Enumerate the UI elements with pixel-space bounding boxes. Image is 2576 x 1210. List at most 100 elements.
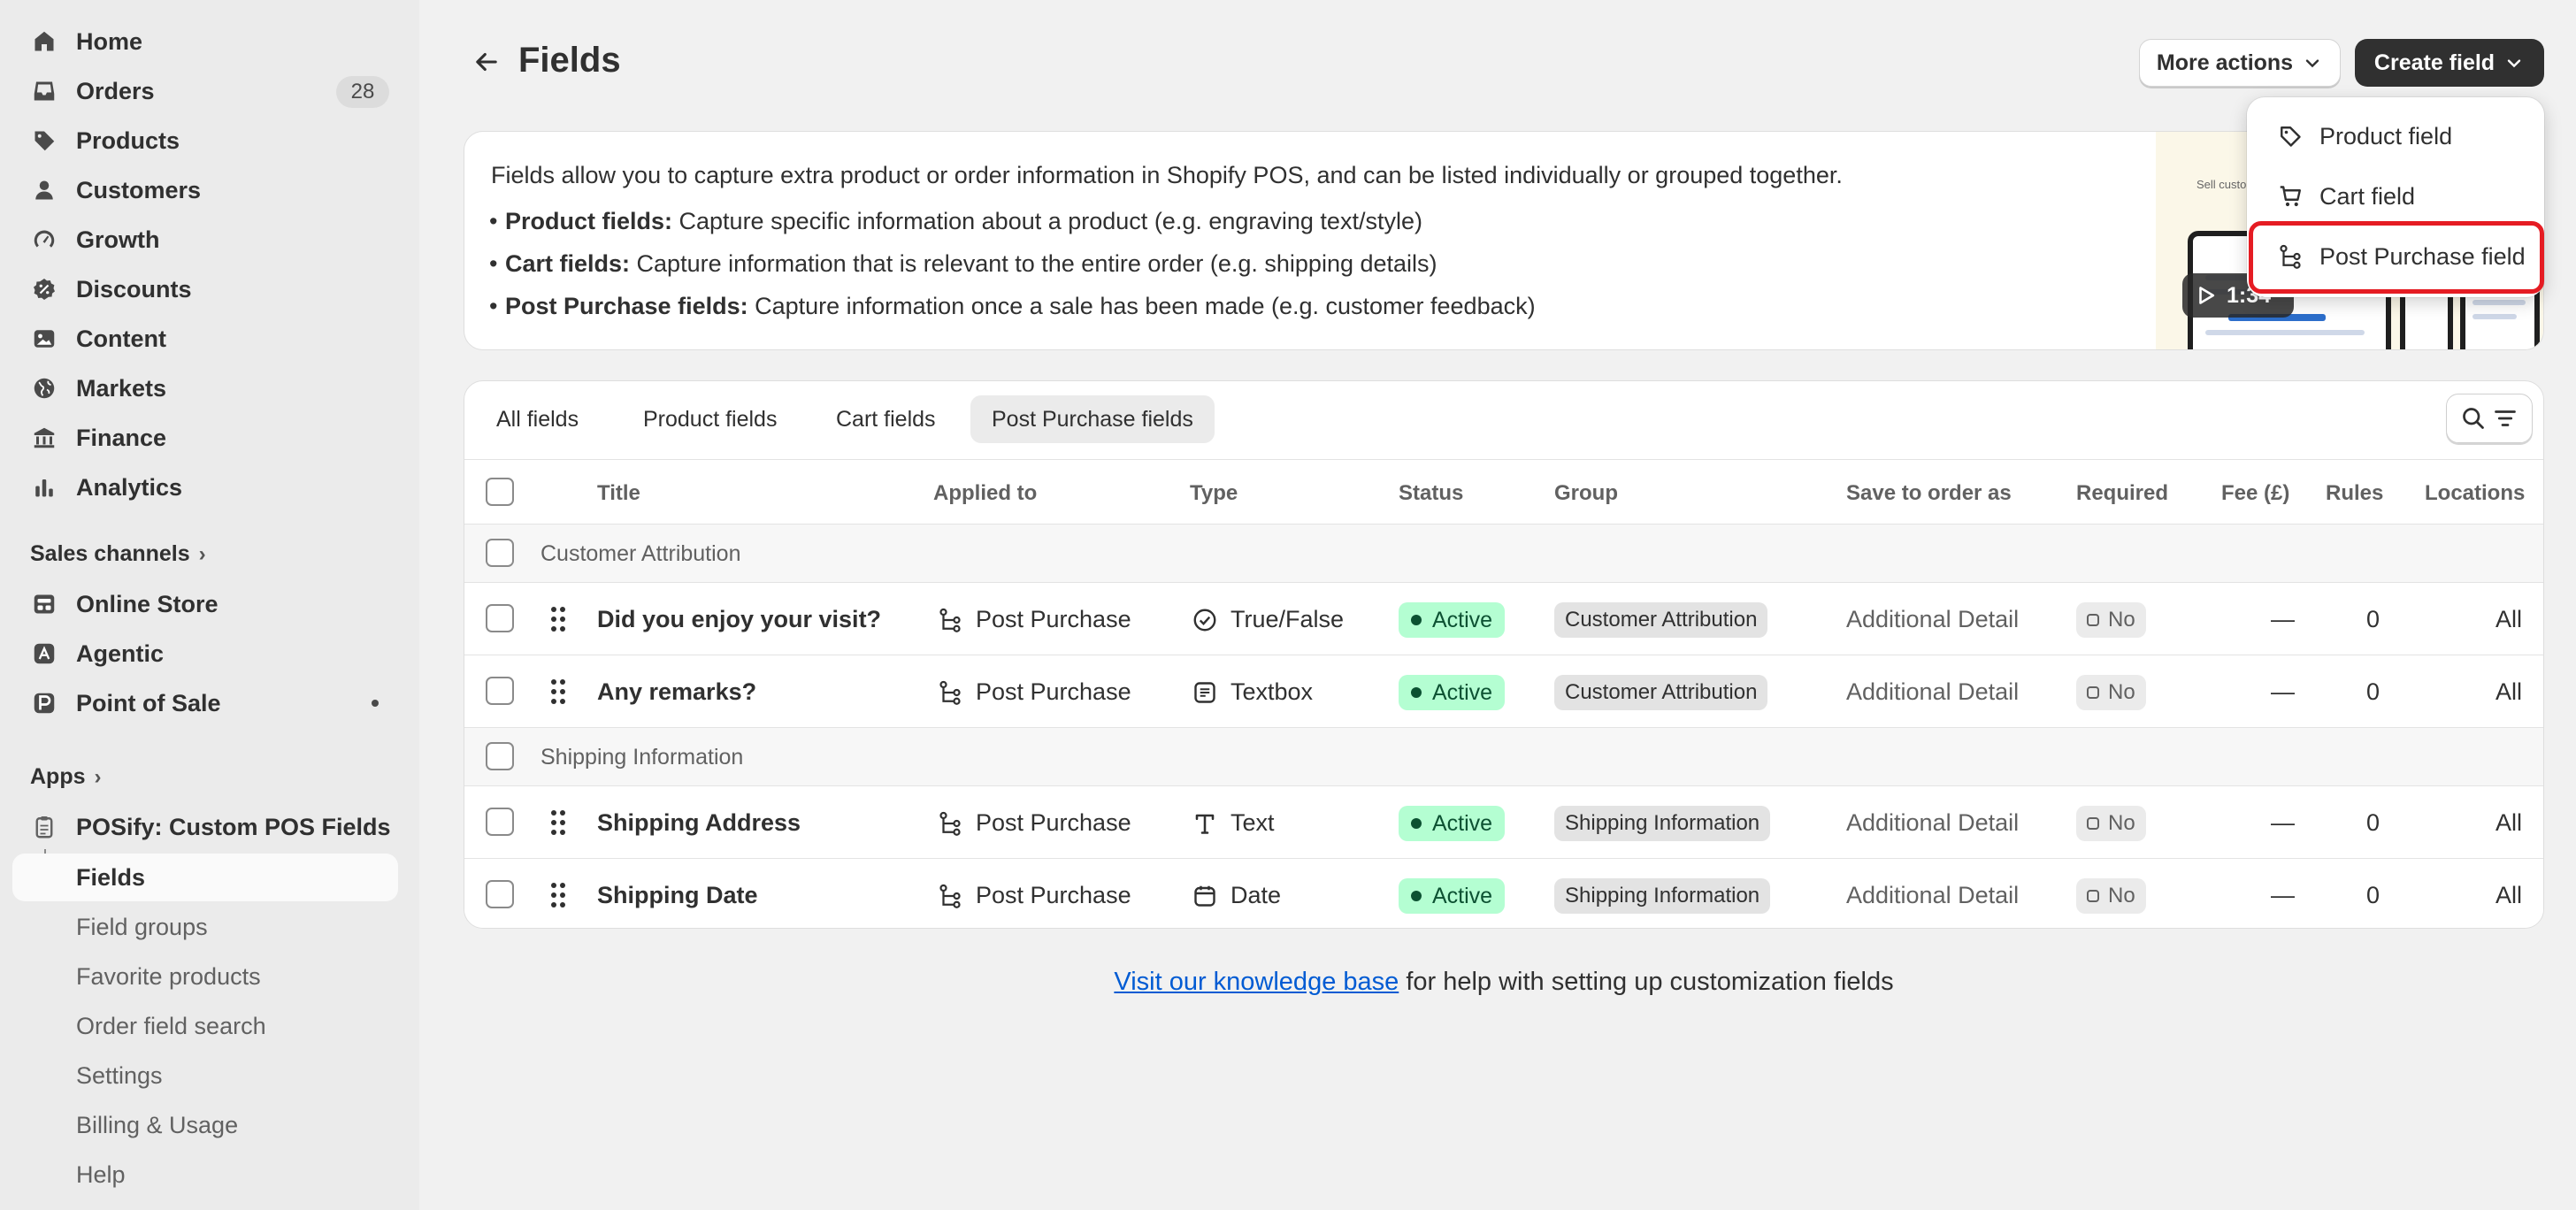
sidebar-subitem-settings[interactable]: Settings <box>12 1052 398 1099</box>
status-dot <box>1411 687 1422 698</box>
sidebar-item-label: Finance <box>76 424 167 451</box>
select-all-checkbox[interactable] <box>486 478 514 506</box>
more-actions-button[interactable]: More actions <box>2139 39 2341 87</box>
status-badge: Active <box>1399 806 1506 841</box>
table-row[interactable]: Did you enjoy your visit? Post Purchase … <box>464 583 2543 655</box>
circle-icon <box>2087 817 2099 830</box>
row-checkbox[interactable] <box>486 880 514 908</box>
drag-handle-icon[interactable] <box>549 881 567 909</box>
drag-handle-icon[interactable] <box>549 678 567 706</box>
column-header-type[interactable]: Type <box>1190 481 1238 506</box>
type-label: Date <box>1230 882 1282 908</box>
menu-item-post-purchase-field[interactable]: Post Purchase field <box>2256 232 2535 281</box>
menu-item-product-field[interactable]: Product field <box>2256 111 2535 161</box>
column-header-fee[interactable]: Fee (£) <box>2221 481 2289 506</box>
rules-cell: 0 <box>2366 882 2380 908</box>
footer-text: for help with setting up customization f… <box>1399 968 1894 996</box>
flow-icon <box>939 884 961 908</box>
field-title[interactable]: Did you enjoy your visit? <box>597 606 881 633</box>
sidebar-item-agentic[interactable]: Agentic <box>12 631 398 677</box>
menu-item-cart-field[interactable]: Cart field <box>2256 172 2535 221</box>
circle-icon <box>2087 614 2099 626</box>
status-label: Active <box>1432 810 1493 836</box>
chevron-down-icon <box>2305 59 2319 68</box>
drag-handle-icon[interactable] <box>549 605 567 633</box>
circle-icon <box>2087 890 2099 902</box>
table-row[interactable]: Shipping Date Post Purchase Date Active … <box>464 859 2543 928</box>
type-label: True/False <box>1230 606 1345 632</box>
row-checkbox[interactable] <box>486 604 514 632</box>
tab-cart-fields[interactable]: Cart fields <box>815 395 957 443</box>
sidebar-item-analytics[interactable]: Analytics <box>12 464 398 510</box>
field-title[interactable]: Shipping Address <box>597 809 801 837</box>
field-title[interactable]: Any remarks? <box>597 678 756 706</box>
sidebar-item-content[interactable]: Content <box>12 316 398 362</box>
sales-channels-heading[interactable]: Sales channels › <box>30 541 206 567</box>
table-row[interactable]: Any remarks? Post Purchase Textbox Activ… <box>464 655 2543 728</box>
row-checkbox[interactable] <box>486 808 514 836</box>
status-dot <box>1411 615 1422 625</box>
sidebar-item-discounts[interactable]: Discounts <box>12 266 398 312</box>
sidebar-subitem-order-field-search[interactable]: Order field search <box>12 1002 398 1050</box>
orders-count-badge: 28 <box>336 76 389 108</box>
column-header-locations[interactable]: Locations <box>2425 481 2525 506</box>
chevron-right-icon: › <box>94 764 102 789</box>
save-as-cell: Additional Detail <box>1846 678 2020 705</box>
cart-icon <box>2280 186 2301 207</box>
sidebar-subitem-fields[interactable]: Fields <box>12 854 398 901</box>
required-label: No <box>2108 884 2135 908</box>
back-button[interactable] <box>469 44 504 80</box>
sidebar-subitem-field-groups[interactable]: Field groups <box>12 903 398 951</box>
tab-product-fields[interactable]: Product fields <box>622 395 798 443</box>
column-header-group[interactable]: Group <box>1554 481 1618 506</box>
sidebar-subitem-help[interactable]: Help <box>12 1151 398 1199</box>
column-header-status[interactable]: Status <box>1399 481 1463 506</box>
knowledge-base-link[interactable]: Visit our knowledge base <box>1114 968 1399 996</box>
group-name: Shipping Information <box>540 745 744 770</box>
pos-icon <box>30 689 58 717</box>
sidebar-item-label: POSify: Custom POS Fields <box>76 813 391 840</box>
sidebar-item-growth[interactable]: Growth <box>12 217 398 263</box>
sidebar-item-posify-app[interactable]: POSify: Custom POS Fields <box>12 804 398 850</box>
type-cell: True/False <box>1192 606 1344 633</box>
drag-handle-icon[interactable] <box>549 808 567 837</box>
tag-outline-icon <box>2281 126 2301 147</box>
save-as-cell: Additional Detail <box>1846 809 2020 836</box>
rules-cell: 0 <box>2366 809 2380 836</box>
column-header-save-to-order[interactable]: Save to order as <box>1846 481 2012 506</box>
column-header-applied-to[interactable]: Applied to <box>933 481 1037 506</box>
required-badge: No <box>2076 806 2146 841</box>
app-clipboard-icon <box>30 813 58 841</box>
status-dot <box>372 700 379 707</box>
column-header-required[interactable]: Required <box>2076 481 2168 506</box>
group-checkbox[interactable] <box>486 742 514 770</box>
table-row[interactable]: Shipping Address Post Purchase Text Acti… <box>464 786 2543 859</box>
sidebar-item-online-store[interactable]: Online Store <box>12 581 398 627</box>
sidebar-item-orders[interactable]: Orders 28 <box>12 68 398 114</box>
sidebar-item-finance[interactable]: Finance <box>12 415 398 461</box>
apps-label: Apps <box>30 764 86 789</box>
search-icon <box>2463 408 2484 429</box>
column-header-rules[interactable]: Rules <box>2326 481 2383 506</box>
sidebar-item-point-of-sale[interactable]: Point of Sale <box>12 680 398 726</box>
sidebar-item-products[interactable]: Products <box>12 118 398 164</box>
sidebar-subitem-billing-usage[interactable]: Billing & Usage <box>12 1101 398 1149</box>
sidebar-item-markets[interactable]: Markets <box>12 365 398 411</box>
row-checkbox[interactable] <box>486 677 514 705</box>
sidebar-item-home[interactable]: Home <box>12 19 398 65</box>
group-checkbox[interactable] <box>486 539 514 567</box>
status-badge: Active <box>1399 675 1506 710</box>
required-badge: No <box>2076 878 2146 914</box>
person-icon <box>30 176 58 204</box>
column-header-title[interactable]: Title <box>597 481 640 506</box>
sidebar-item-customers[interactable]: Customers <box>12 167 398 213</box>
tab-post-purchase-fields[interactable]: Post Purchase fields <box>970 395 1215 443</box>
check-circle-icon <box>1193 609 1216 631</box>
bullet-bold: Post Purchase fields: <box>505 293 748 319</box>
create-field-button[interactable]: Create field <box>2355 39 2544 87</box>
apps-heading[interactable]: Apps › <box>30 764 102 790</box>
search-filter-button[interactable] <box>2446 394 2533 443</box>
tab-all-fields[interactable]: All fields <box>475 395 600 443</box>
field-title[interactable]: Shipping Date <box>597 882 758 909</box>
sidebar-item-label: Content <box>76 325 166 352</box>
